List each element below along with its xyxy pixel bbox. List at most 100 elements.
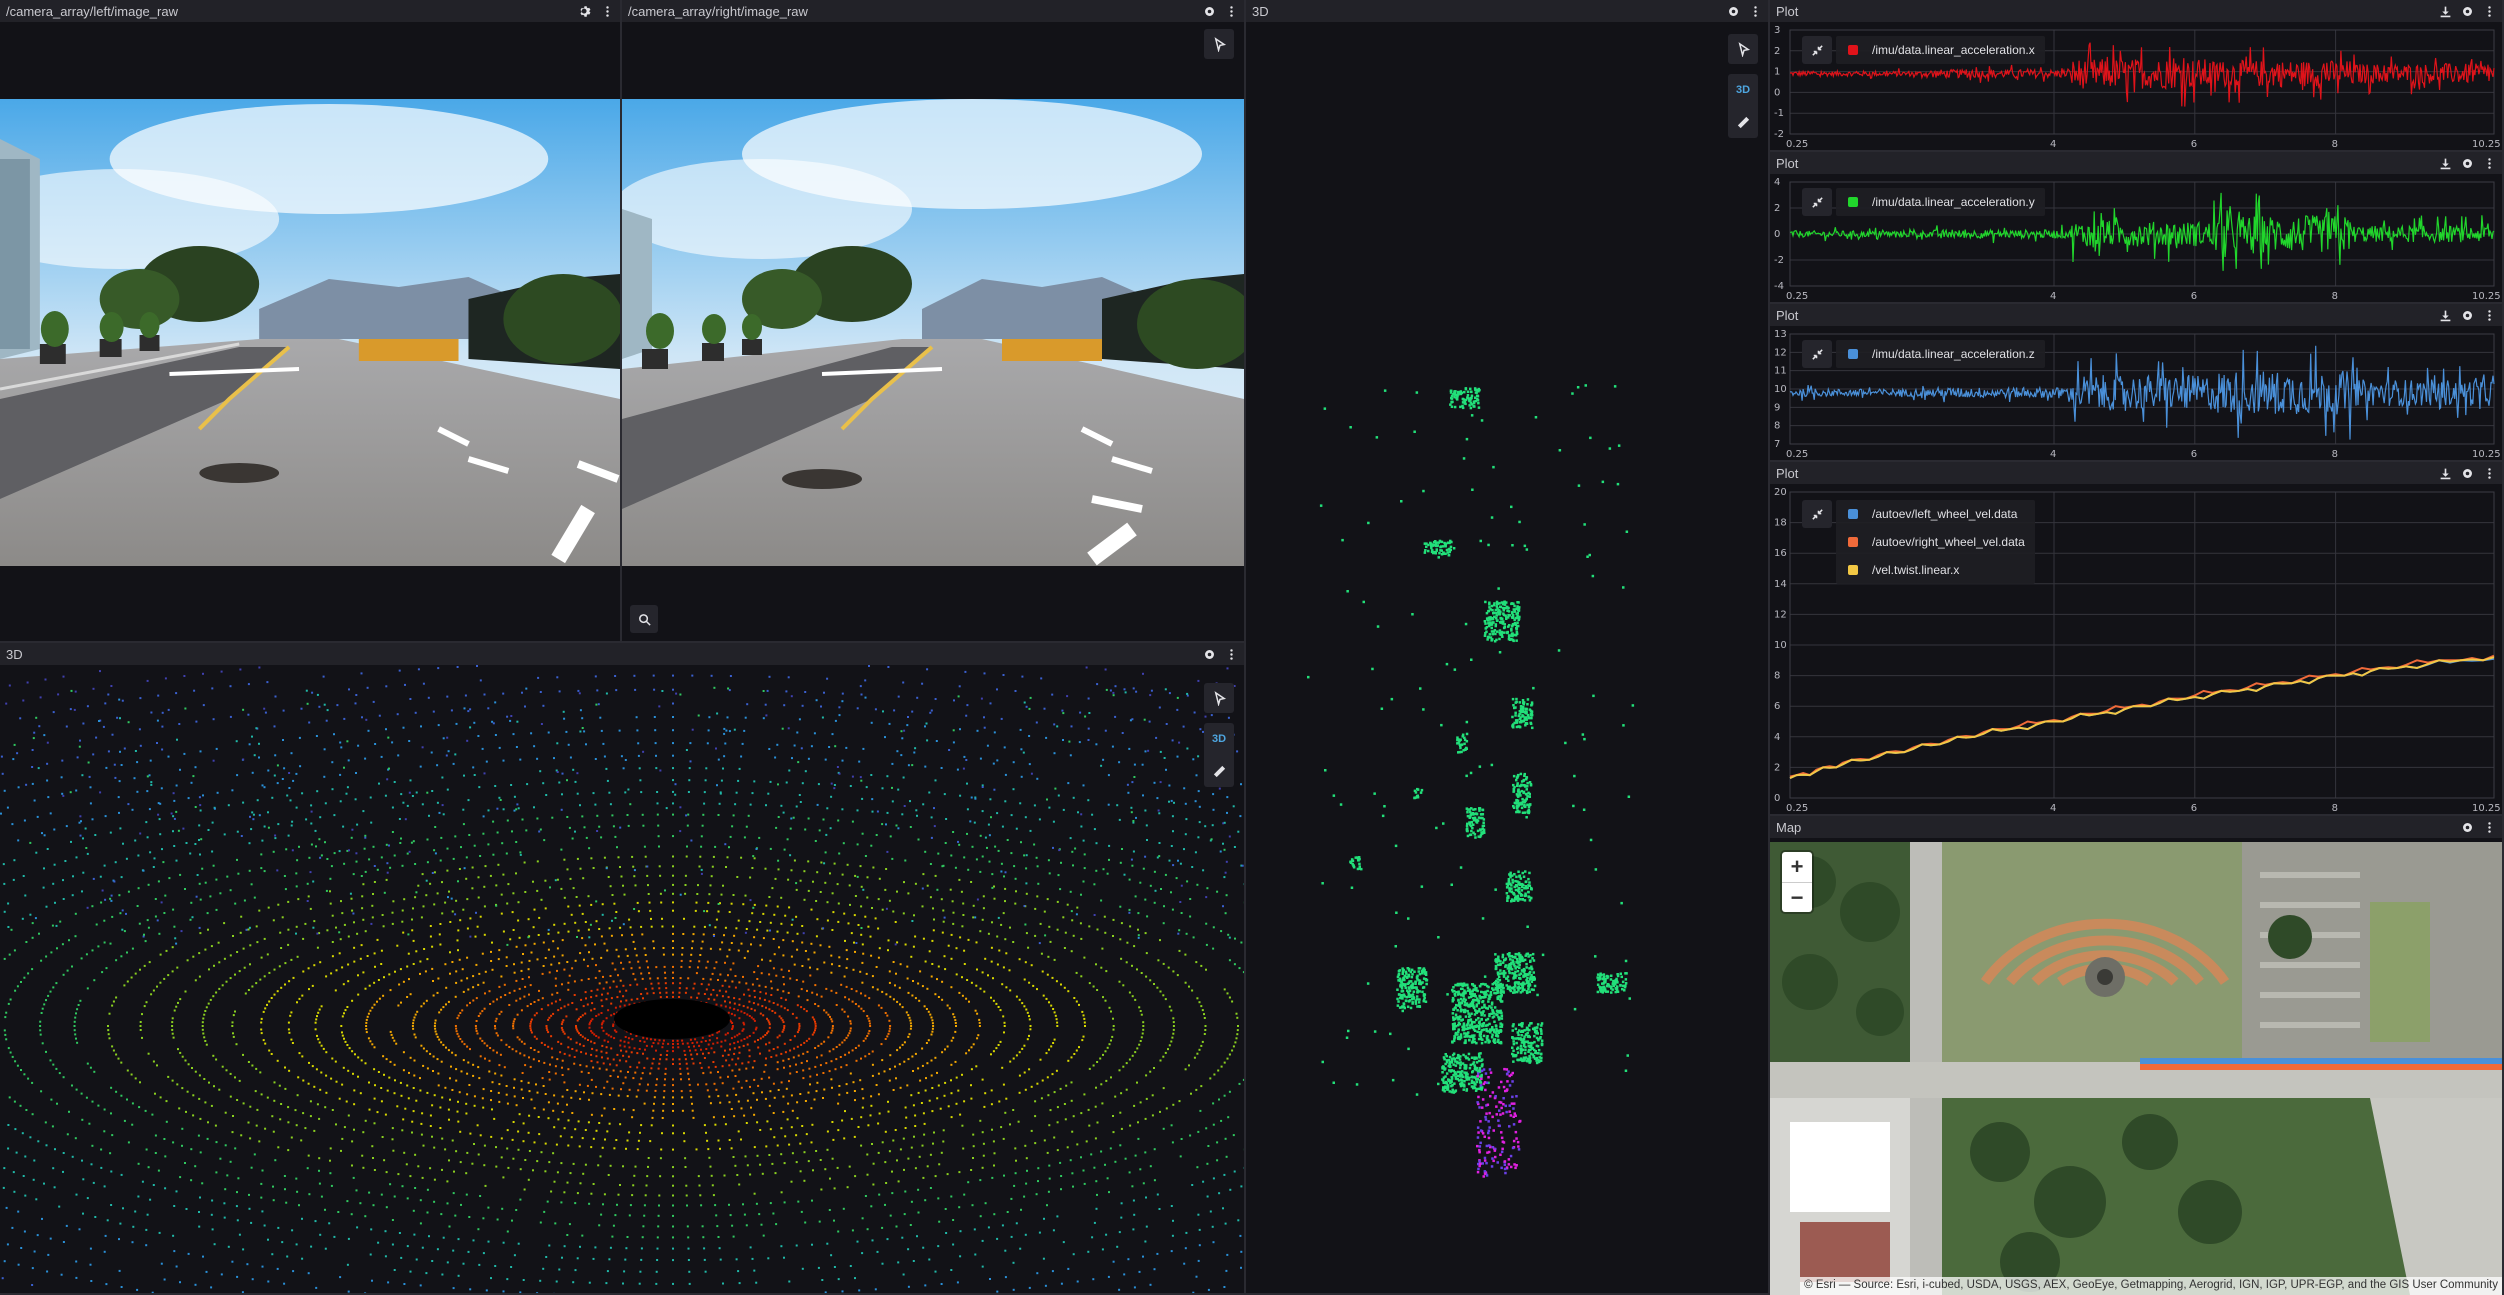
lidar-point xyxy=(100,1166,103,1169)
lidar-point xyxy=(215,747,218,750)
lidar-point xyxy=(542,941,545,944)
lidar-point xyxy=(250,1166,253,1169)
lidar-point xyxy=(484,1057,486,1060)
lidar-point xyxy=(768,973,771,976)
lidar-point xyxy=(1004,900,1006,903)
lidar-point xyxy=(494,785,497,787)
lidar-point xyxy=(493,1117,496,1120)
lidar-point xyxy=(598,928,601,930)
lidar-point xyxy=(267,811,269,814)
lidar-point xyxy=(910,1200,913,1203)
lidar-point xyxy=(699,954,702,956)
lidar-point xyxy=(914,1114,917,1117)
lidar-point xyxy=(1088,982,1091,985)
lidar-point xyxy=(1056,1149,1059,1152)
lidar-point-cloud[interactable] xyxy=(0,665,1244,1293)
lidar-point xyxy=(970,981,973,984)
more-vertical-icon[interactable] xyxy=(1222,645,1240,663)
lidar-point xyxy=(1106,872,1109,875)
lidar-point xyxy=(738,1051,741,1054)
lidar-point xyxy=(950,1079,952,1082)
lidar-point xyxy=(218,987,221,990)
lidar-point xyxy=(703,1057,706,1059)
lidar-point xyxy=(1168,692,1171,695)
lidar-point xyxy=(75,856,78,859)
lidar-point xyxy=(167,755,170,758)
lidar-point xyxy=(620,1088,622,1091)
lidar-point xyxy=(343,717,346,720)
lidar-point xyxy=(687,1072,690,1075)
lidar-point xyxy=(469,708,472,711)
lidar-point xyxy=(487,1240,490,1243)
gear-icon[interactable] xyxy=(1200,645,1218,663)
lidar-point xyxy=(1137,1137,1140,1140)
lidar-point xyxy=(679,806,682,809)
lidar-point xyxy=(818,1220,821,1223)
gear-icon[interactable] xyxy=(1200,2,1218,20)
lidar-point xyxy=(262,1010,265,1013)
lidar-point xyxy=(1019,802,1022,805)
lidar-point xyxy=(814,1025,817,1027)
lidar-point xyxy=(255,982,258,985)
lidar-point xyxy=(979,1215,982,1218)
lidar-point xyxy=(1119,905,1122,908)
lidar-point xyxy=(396,944,399,947)
lidar-point xyxy=(1075,1000,1078,1003)
lidar-point xyxy=(499,799,502,801)
lidar-point xyxy=(1141,1032,1144,1035)
lidar-point xyxy=(993,731,996,734)
lidar-point xyxy=(618,729,621,732)
more-vertical-icon[interactable] xyxy=(1222,2,1240,20)
lidar-point xyxy=(891,1192,894,1195)
lidar-point xyxy=(929,1013,932,1016)
lidar-point xyxy=(633,875,636,878)
zoom-search-button[interactable] xyxy=(630,605,658,633)
lidar-point xyxy=(753,780,756,783)
gear-icon[interactable] xyxy=(576,2,594,20)
lidar-point xyxy=(506,819,509,822)
lidar-point xyxy=(796,1004,799,1007)
lidar-point xyxy=(837,1129,840,1132)
lidar-point xyxy=(708,924,711,927)
lidar-point xyxy=(943,955,946,958)
lidar-point xyxy=(462,823,465,826)
lidar-point xyxy=(513,1095,516,1098)
lidar-point xyxy=(231,1025,234,1027)
select-cursor-button[interactable] xyxy=(1204,29,1234,59)
lidar-point xyxy=(708,716,711,719)
more-vertical-icon[interactable] xyxy=(598,2,616,20)
lidar-point xyxy=(355,1189,358,1192)
lidar-point xyxy=(765,1043,767,1046)
lidar-point xyxy=(780,1191,783,1194)
lidar-point xyxy=(1025,932,1028,935)
lidar-point xyxy=(430,751,433,754)
lidar-point xyxy=(768,1076,771,1079)
lidar-point xyxy=(730,1147,733,1150)
lidar-point xyxy=(614,968,617,971)
lidar-point xyxy=(576,1030,579,1033)
lidar-point xyxy=(899,1003,901,1006)
lidar-point xyxy=(455,722,458,725)
lidar-point xyxy=(511,1138,514,1141)
lidar-point xyxy=(478,1263,481,1266)
lidar-point xyxy=(697,714,700,717)
lidar-point xyxy=(721,995,724,998)
lidar-point xyxy=(598,982,601,985)
lidar-point xyxy=(889,835,892,838)
lidar-point xyxy=(787,878,790,881)
lidar-point xyxy=(914,882,917,885)
lidar-point xyxy=(341,912,344,915)
lidar-point xyxy=(603,856,606,859)
lidar-point xyxy=(106,1219,109,1222)
lidar-point xyxy=(851,1229,854,1232)
lidar-point xyxy=(1099,1057,1102,1060)
lidar-point xyxy=(776,1068,779,1071)
lidar-point xyxy=(450,1065,452,1068)
lidar-point xyxy=(583,730,586,733)
lidar-point xyxy=(790,955,793,958)
lidar-point xyxy=(115,1053,118,1056)
lidar-point xyxy=(606,1057,609,1060)
lidar-point xyxy=(211,850,214,853)
lidar-point xyxy=(972,1157,974,1159)
lidar-point xyxy=(428,1235,430,1238)
